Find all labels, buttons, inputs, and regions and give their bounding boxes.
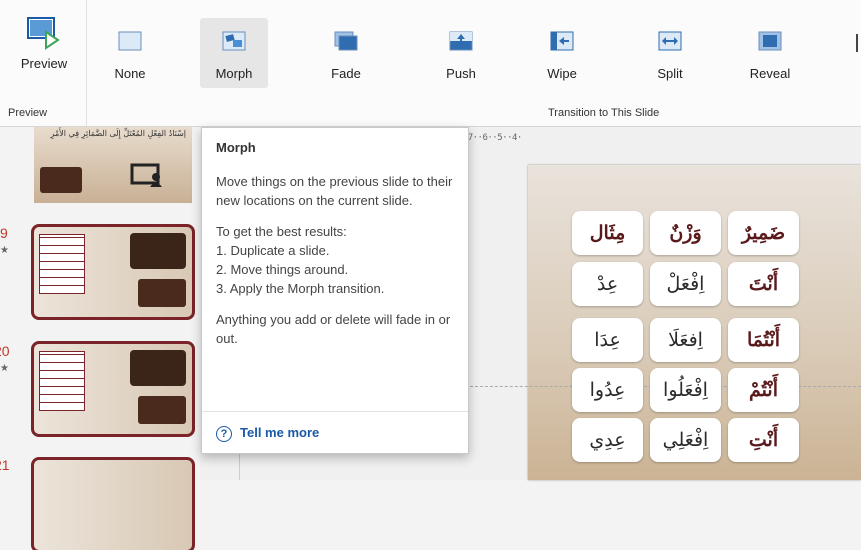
table-cell[interactable]: وَزْنٌ — [650, 211, 721, 255]
table-cell[interactable]: أَنْتِ — [728, 418, 799, 462]
wipe-transition-icon — [550, 31, 574, 51]
tooltip-steps: To get the best results: 1. Duplicate a … — [216, 222, 456, 298]
slide-thumbnail-9[interactable] — [31, 224, 195, 320]
thumbnail-image — [130, 233, 186, 269]
table-cell[interactable]: اِفْعَلْ — [650, 262, 721, 306]
transition-none-label: None — [114, 66, 146, 81]
thumbnail-table — [39, 351, 85, 411]
animation-star-icon: ★ — [0, 245, 9, 256]
thumbnail-image — [138, 279, 186, 307]
tell-me-more-link[interactable]: ? Tell me more — [216, 425, 319, 442]
tooltip-step: 2. Move things around. — [216, 262, 349, 277]
transition-wipe-label: Wipe — [547, 66, 577, 81]
help-icon: ? — [216, 426, 232, 442]
thumbnail-image — [130, 350, 186, 386]
transitions-group-label: Transition to This Slide — [548, 107, 660, 119]
table-cell[interactable]: عِدُوا — [572, 368, 643, 412]
tell-me-more-label: Tell me more — [240, 425, 320, 440]
table-cell[interactable]: اِفْعَلِي — [650, 418, 721, 462]
transition-split-button[interactable]: Split — [636, 18, 704, 88]
table-cell[interactable]: اِفْعَلُوا — [650, 368, 721, 412]
thumbnail-image — [138, 396, 186, 424]
preview-button[interactable]: Preview — [10, 12, 78, 82]
preview-label: Preview — [20, 56, 68, 71]
slide-number-20: 20 — [0, 343, 10, 359]
preview-group-label: Preview — [8, 107, 48, 119]
morph-transition-icon — [222, 31, 246, 51]
slide-thumbnail-20[interactable] — [31, 341, 195, 437]
transition-split-label: Split — [657, 66, 683, 81]
split-transition-icon — [658, 31, 682, 51]
tooltip-divider — [202, 411, 468, 412]
tooltip-paragraph: Move things on the previous slide to the… — [216, 174, 453, 208]
animation-star-icon: ★ — [0, 363, 9, 374]
morph-tooltip: Morph Move things on the previous slide … — [201, 127, 469, 454]
tooltip-step: To get the best results: — [216, 224, 347, 239]
tooltip-title: Morph — [216, 140, 256, 155]
reveal-transition-icon — [758, 31, 782, 51]
transition-morph-button[interactable]: Morph — [200, 18, 268, 88]
thumbnail-caption: إسْنَادُ الفِعْلِ المُعْتَلِّ إِلَى الضَ… — [50, 129, 186, 138]
more-transitions-edge[interactable] — [856, 34, 858, 52]
push-transition-icon — [449, 31, 473, 51]
table-cell[interactable]: عِدِي — [572, 418, 643, 462]
transition-gallery: None Morph Fade Push Wipe Split Reveal — [96, 12, 861, 90]
teacher-board-icon — [130, 163, 162, 187]
transition-morph-label: Morph — [215, 66, 253, 81]
preview-group: Preview Preview — [0, 0, 87, 126]
transition-push-label: Push — [446, 66, 476, 81]
tooltip-paragraph: Anything you add or delete will fade in … — [216, 312, 451, 346]
table-cell[interactable]: ضَمِيرٌ — [728, 211, 799, 255]
transition-push-button[interactable]: Push — [427, 18, 495, 88]
table-cell[interactable]: أَنْتُمَا — [728, 318, 799, 362]
transition-fade-button[interactable]: Fade — [312, 18, 380, 88]
tooltip-body: Move things on the previous slide to the… — [216, 172, 456, 360]
thumbnail-image — [40, 167, 82, 193]
transition-wipe-button[interactable]: Wipe — [528, 18, 596, 88]
none-transition-icon — [118, 31, 142, 51]
slide-thumbnail-21[interactable] — [31, 457, 195, 550]
table-cell[interactable]: عِدْ — [572, 262, 643, 306]
fade-transition-icon — [334, 31, 358, 51]
thumbnail-table — [39, 234, 85, 294]
transition-reveal-label: Reveal — [749, 66, 791, 81]
table-cell[interactable]: اِفعَلَا — [650, 318, 721, 362]
preview-icon — [27, 17, 60, 50]
table-cell[interactable]: عِدَا — [572, 318, 643, 362]
transition-reveal-button[interactable]: Reveal — [736, 18, 804, 88]
tooltip-step: 1. Duplicate a slide. — [216, 243, 330, 258]
ribbon: Preview Preview None Morph Fade Push Wip… — [0, 0, 861, 127]
table-cell[interactable]: أَنْتُمْ — [728, 368, 799, 412]
table-cell[interactable]: مِثَال — [572, 211, 643, 255]
table-cell[interactable]: أَنْتَ — [728, 262, 799, 306]
transition-none-button[interactable]: None — [96, 18, 164, 88]
tooltip-step: 3. Apply the Morph transition. — [216, 281, 385, 296]
slide-thumbnail-8[interactable]: إسْنَادُ الفِعْلِ المُعْتَلِّ إِلَى الضَ… — [34, 127, 192, 203]
slide-thumbnails-panel: إسْنَادُ الفِعْلِ المُعْتَلِّ إِلَى الضَ… — [0, 127, 200, 550]
slide-number-9: 9 — [0, 225, 8, 241]
transition-fade-label: Fade — [331, 66, 361, 81]
slide-number-21: 21 — [0, 457, 10, 473]
